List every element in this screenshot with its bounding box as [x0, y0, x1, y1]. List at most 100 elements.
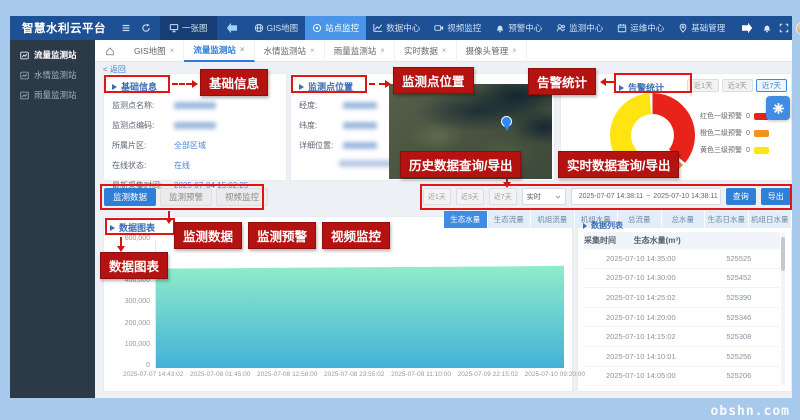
nav-item-video-monitor[interactable]: 视频监控: [427, 16, 488, 40]
cell-time: 2025-07-10 14:15:02: [584, 332, 698, 341]
annotation-callout-basic-info: 基础信息: [200, 69, 268, 96]
flower-icon: [772, 102, 785, 115]
page-tab[interactable]: 实时数据 ×: [395, 40, 457, 62]
annotation-callout-alerts: 告警统计: [528, 68, 596, 95]
data-table: 采集时间生态水量(m³) 2025-07-10 14:35:00 525525 …: [584, 232, 780, 386]
nav-label: 数据中心: [386, 22, 420, 34]
metric-tab[interactable]: 生态流量: [488, 211, 532, 228]
tab-close-icon[interactable]: ×: [240, 45, 245, 54]
annotation-arrowhead: [165, 218, 173, 224]
section-arrow-icon: [583, 223, 587, 229]
chevron-down-icon: [555, 194, 561, 200]
nav-back-arrow-icon[interactable]: [217, 22, 247, 34]
metric-tab[interactable]: 机组日水量: [749, 211, 793, 228]
table-row[interactable]: 2025-07-10 14:05:00 525206: [584, 367, 780, 387]
nav-item-alert-center[interactable]: 预警中心: [488, 16, 549, 40]
metric-tab[interactable]: 生态水量: [444, 211, 488, 228]
alert-range-button[interactable]: 近3天: [722, 79, 753, 92]
avatar[interactable]: [796, 22, 800, 35]
tab-close-icon[interactable]: ×: [170, 46, 175, 55]
location-field-row: 经度:: [299, 100, 391, 111]
refresh-icon[interactable]: [136, 16, 156, 40]
section-arrow-icon: [112, 84, 117, 90]
nav-item-site-monitor[interactable]: 站点监控: [305, 16, 366, 40]
sidebar-item[interactable]: 流量监测站: [10, 45, 95, 65]
tab-close-icon[interactable]: ×: [380, 46, 385, 55]
metric-tab[interactable]: 总水量: [662, 211, 706, 228]
table-row[interactable]: 2025-07-10 14:35:00 525525: [584, 249, 780, 269]
page-tab[interactable]: 流量监测站 ×: [184, 40, 254, 62]
monitor-icon: [169, 23, 179, 33]
column-header: 生态水量(m³): [616, 235, 698, 246]
alert-range-button[interactable]: 近1天: [687, 79, 718, 92]
screenshot-frame: 智慧水利云平台 一张图 GIS地图 站点监控 数据中心 视频监控 预警中心: [0, 0, 800, 420]
query-button[interactable]: 查询: [726, 188, 756, 205]
nav-item-ops-center[interactable]: 运维中心: [610, 16, 671, 40]
nav-item-one-map[interactable]: 一张图: [160, 16, 217, 40]
floating-widget-button[interactable]: [766, 96, 790, 120]
chart-line-icon: [20, 71, 29, 80]
annotation-arrowhead: [385, 80, 391, 88]
metric-tab[interactable]: 总流量: [618, 211, 662, 228]
page-tab[interactable]: 水情监测站 ×: [255, 40, 325, 62]
table-row[interactable]: 2025-07-10 14:10:01 525256: [584, 347, 780, 367]
annotation-arrow-line: [168, 211, 170, 218]
scrollbar-thumb[interactable]: [781, 237, 785, 271]
page-tab[interactable]: 摄像头管理 ×: [457, 40, 527, 62]
sidebar-item-label: 流量监测站: [34, 49, 77, 61]
nav-item-basic-mgmt[interactable]: 基础管理: [671, 16, 732, 40]
page-tab[interactable]: GIS地图 ×: [125, 40, 184, 62]
fullscreen-icon[interactable]: [779, 23, 789, 33]
field-label: 经度:: [299, 100, 343, 111]
map-pin-icon[interactable]: [501, 116, 513, 132]
table-row[interactable]: 2025-07-10 14:30:00 525452: [584, 269, 780, 289]
notification-bell-icon[interactable]: [762, 23, 772, 33]
x-tick-label: 2025-07-09 11:10:00: [391, 371, 451, 378]
mode-select[interactable]: 实时: [522, 188, 566, 205]
tab-label: 雨量监测站: [334, 45, 377, 57]
back-link[interactable]: < 返回: [103, 64, 126, 75]
sidebar: 流量监测站 水情监测站 雨量监测站: [10, 40, 95, 398]
hamburger-icon[interactable]: [116, 16, 136, 40]
table-row[interactable]: 2025-07-10 14:20:00 525346: [584, 308, 780, 328]
camera-icon: [434, 23, 444, 33]
cell-value: 525256: [698, 352, 780, 361]
page-tab[interactable]: 雨量监测站 ×: [325, 40, 395, 62]
y-tick-label: 300,000: [125, 298, 150, 305]
sidebar-item[interactable]: 水情监测站: [10, 65, 95, 85]
chart-panel-header: 数据图表: [110, 221, 155, 234]
table-row[interactable]: 2025-07-10 14:15:02 525308: [584, 327, 780, 347]
sidebar-item[interactable]: 雨量监测站: [10, 85, 95, 105]
cell-value: 525452: [698, 273, 780, 282]
alert-range-button[interactable]: 近7天: [756, 79, 787, 92]
nav-item-monitor-center[interactable]: 监测中心: [549, 16, 610, 40]
legend-count: 0: [746, 130, 750, 137]
home-icon[interactable]: [95, 46, 125, 56]
location-field-row: 纬度:: [299, 120, 391, 131]
filter-range-button[interactable]: 近7天: [489, 188, 517, 205]
cell-time: 2025-07-10 14:35:00: [584, 254, 698, 263]
tab-close-icon[interactable]: ×: [310, 46, 315, 55]
nav-item-data-center[interactable]: 数据中心: [366, 16, 427, 40]
export-button[interactable]: 导出: [761, 188, 791, 205]
data-tab-button[interactable]: 视频监控: [216, 188, 268, 206]
cell-value: 525206: [698, 371, 780, 380]
table-scrollbar[interactable]: [781, 233, 785, 385]
legend-label: 红色一级预警: [700, 111, 742, 121]
tab-close-icon[interactable]: ×: [442, 46, 447, 55]
area-chart: [156, 240, 564, 368]
chart-line-icon: [373, 23, 383, 33]
tab-close-icon[interactable]: ×: [512, 46, 517, 55]
filter-range-button[interactable]: 近1天: [423, 188, 451, 205]
data-tab-button[interactable]: 监测预警: [160, 188, 212, 206]
date-range-input[interactable]: 2025-07-07 14:38:11 ~ 2025-07-10 14:38:1…: [571, 188, 721, 205]
nav-item-gis-map[interactable]: GIS地图: [247, 16, 306, 40]
x-tick-label: 2025-07-08 23:55:02: [324, 371, 384, 378]
table-row[interactable]: 2025-07-10 14:25:02 525390: [584, 288, 780, 308]
data-tab-button[interactable]: 监测数据: [104, 188, 156, 206]
nav-forward-arrow-icon[interactable]: [732, 22, 762, 34]
section-arrow-icon: [619, 85, 624, 91]
filter-range-button[interactable]: 近3天: [456, 188, 484, 205]
metric-tab[interactable]: 生态日水量: [705, 211, 749, 228]
metric-tab[interactable]: 机组流量: [531, 211, 575, 228]
